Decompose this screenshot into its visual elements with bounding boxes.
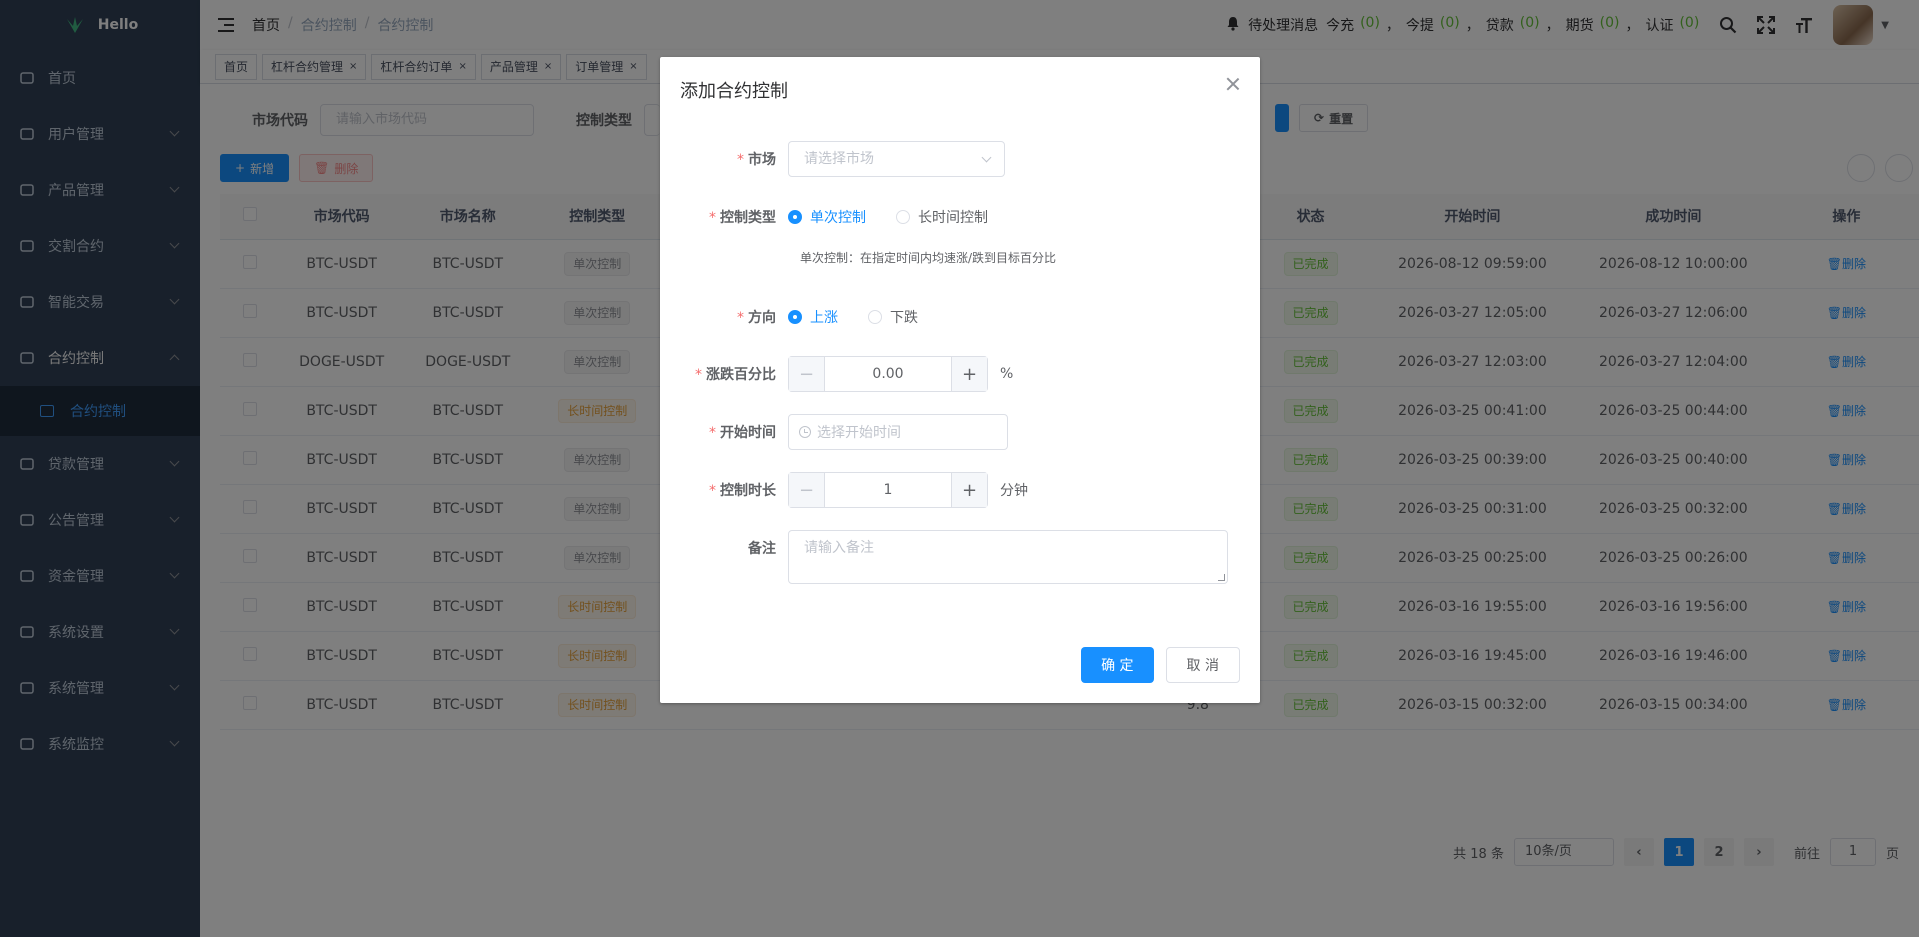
radio-rise[interactable]: 上涨 <box>788 307 838 327</box>
duration-stepper: − 1 + <box>788 472 988 508</box>
radio-single-control[interactable]: 单次控制 <box>788 207 866 227</box>
remark-textarea[interactable]: 请输入备注 <box>788 530 1228 584</box>
start-time-placeholder: 选择开始时间 <box>817 425 901 441</box>
plus-icon[interactable]: + <box>951 473 987 507</box>
plus-icon[interactable]: + <box>951 357 987 391</box>
chevron-down-icon <box>981 152 992 163</box>
percent-unit: % <box>1000 366 1014 382</box>
radio-fall[interactable]: 下跌 <box>868 307 918 327</box>
clock-icon <box>799 426 811 438</box>
confirm-button[interactable]: 确 定 <box>1081 647 1154 683</box>
direction-label: 方向 <box>748 310 776 326</box>
start-time-picker[interactable]: 选择开始时间 <box>788 414 1008 450</box>
start-time-label: 开始时间 <box>720 425 776 441</box>
market-select[interactable]: 请选择市场 <box>788 141 1005 177</box>
minus-icon[interactable]: − <box>789 473 825 507</box>
radio-single-control-label: 单次控制 <box>810 210 866 226</box>
remark-label: 备注 <box>748 541 776 557</box>
percent-value[interactable]: 0.00 <box>825 366 951 382</box>
minus-icon[interactable]: − <box>789 357 825 391</box>
cancel-button[interactable]: 取 消 <box>1165 647 1240 683</box>
radio-long-control[interactable]: 长时间控制 <box>896 207 988 227</box>
control-type-label: 控制类型 <box>720 210 776 226</box>
close-icon[interactable] <box>1226 77 1240 91</box>
radio-long-control-label: 长时间控制 <box>918 210 988 226</box>
radio-rise-label: 上涨 <box>810 310 838 326</box>
duration-label: 控制时长 <box>720 483 776 499</box>
add-contract-control-dialog: 添加合约控制 * 市场 请选择市场 * 控制类型 单次控制 长时间控制 单次控制：在… <box>660 57 1260 703</box>
market-select-placeholder: 请选择市场 <box>804 151 874 167</box>
duration-unit: 分钟 <box>1000 483 1028 499</box>
percent-label: 涨跌百分比 <box>706 367 776 383</box>
radio-fall-label: 下跌 <box>890 310 918 326</box>
percent-stepper: − 0.00 + <box>788 356 988 392</box>
duration-value[interactable]: 1 <box>825 482 951 498</box>
market-label: 市场 <box>748 152 776 168</box>
control-type-hint: 单次控制：在指定时间内均速涨/跌到目标百分比 <box>800 251 1057 265</box>
dialog-title: 添加合约控制 <box>680 81 788 102</box>
dialog-footer: 确 定 取 消 <box>1081 647 1240 683</box>
